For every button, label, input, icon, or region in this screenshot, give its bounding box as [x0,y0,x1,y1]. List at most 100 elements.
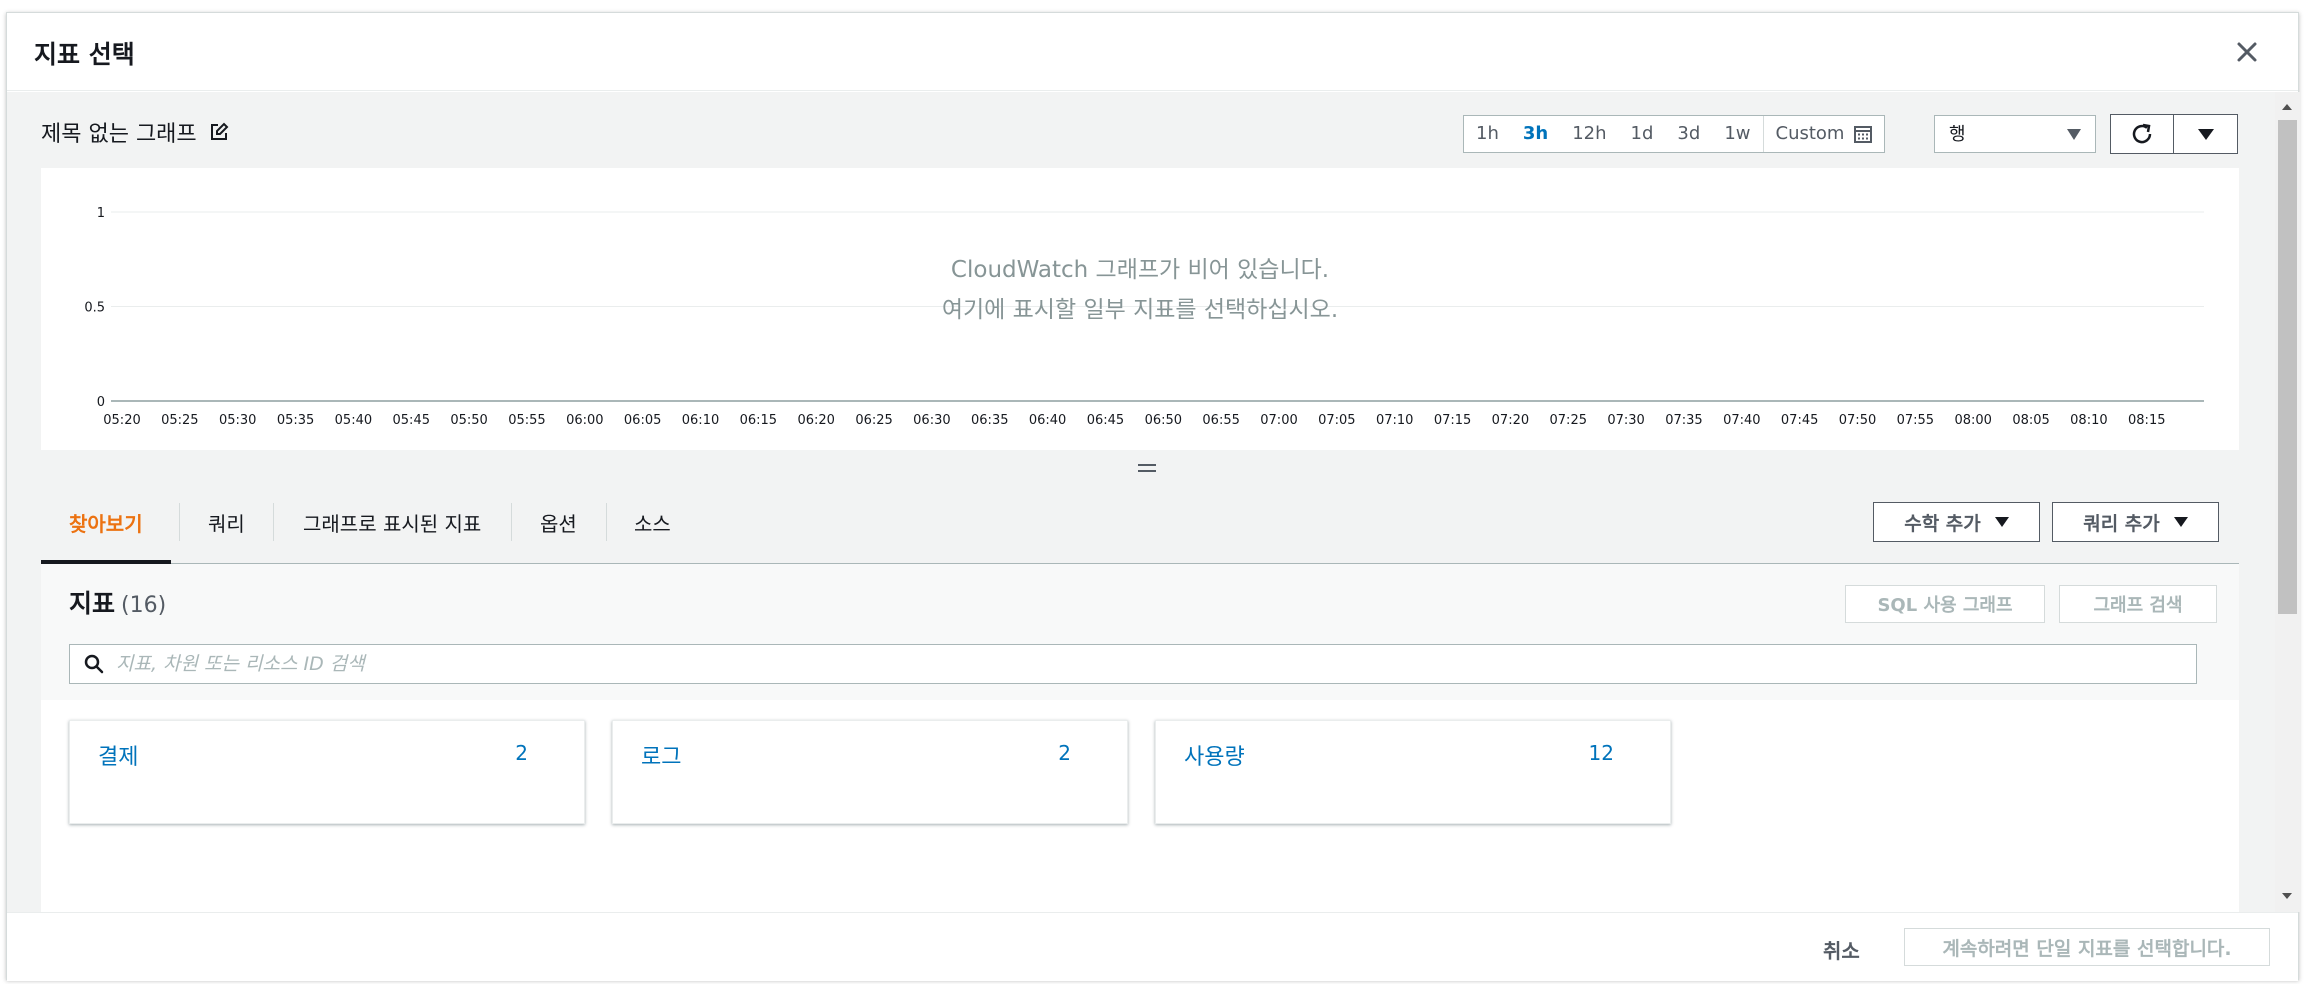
graph-title: 제목 없는 그래프 [41,116,229,148]
calendar-icon [1854,126,1873,143]
range-custom-label: Custom [1775,123,1845,144]
tab-source[interactable]: 소스 [634,508,671,537]
x-tick-label: 06:30 [913,413,950,428]
view-type-select[interactable]: 행 [1934,115,2096,153]
x-tick-label: 07:20 [1492,413,1529,428]
x-tick-label: 06:20 [797,413,834,428]
metric-search-input[interactable] [116,653,2116,675]
x-tick-label: 05:20 [103,413,140,428]
namespace-count: 2 [515,741,528,765]
sql-graph-button[interactable]: SQL 사용 그래프 [1845,585,2045,623]
range-1h[interactable]: 1h [1464,116,1511,152]
range-1d[interactable]: 1d [1619,116,1666,152]
tab-browse[interactable]: 찾아보기 [69,508,143,537]
x-tick-label: 06:40 [1029,413,1066,428]
namespace-cards: 결제 2 로그 2 사용량 12 [41,700,2239,912]
modal-header: 지표 선택 [7,13,2298,91]
cancel-button[interactable]: 취소 [1823,935,1860,964]
modal-scrollbar[interactable] [2275,92,2300,912]
x-tick-label: 07:35 [1665,413,1702,428]
namespace-card-logs[interactable]: 로그 2 [612,720,1128,824]
range-custom[interactable]: Custom [1762,116,1885,152]
namespace-card-billing[interactable]: 결제 2 [69,720,585,824]
close-button[interactable] [2230,35,2264,69]
refresh-button[interactable] [2110,114,2174,154]
x-tick-label: 07:50 [1839,413,1876,428]
namespace-name[interactable]: 결제 [98,739,138,771]
x-tick-label: 05:50 [450,413,487,428]
y-tick-label: 1 [97,206,105,221]
range-3d[interactable]: 3d [1665,116,1712,152]
namespace-name[interactable]: 로그 [641,739,681,771]
scroll-thumb[interactable] [2278,120,2297,614]
namespace-name[interactable]: 사용량 [1184,739,1245,771]
x-tick-label: 07:55 [1897,413,1934,428]
scroll-down-icon[interactable] [2282,893,2292,899]
x-tick-label: 07:25 [1550,413,1587,428]
tab-query[interactable]: 쿼리 [208,508,245,537]
edit-icon[interactable] [209,122,229,142]
graph-panel: 1 0.5 0 05:20 05:25 05:30 05:35 05:40 05:45 05:50… [41,168,2239,450]
x-tick-label: 07:30 [1607,413,1644,428]
x-tick-label: 08:05 [2012,413,2049,428]
caret-down-icon [2173,517,2188,527]
search-icon [84,654,104,674]
modal-title: 지표 선택 [34,40,135,69]
range-12h[interactable]: 12h [1560,116,1618,152]
x-tick-label: 07:05 [1318,413,1355,428]
x-tick-label: 06:50 [1145,413,1182,428]
x-tick-label: 07:40 [1723,413,1760,428]
graph-title-text: 제목 없는 그래프 [41,122,197,147]
metrics-title-text: 지표 [69,589,116,618]
x-tick-label: 06:10 [682,413,719,428]
metric-search-box [69,644,2197,684]
x-tick-label: 06:35 [971,413,1008,428]
x-tick-label: 08:10 [2070,413,2107,428]
range-3h[interactable]: 3h [1511,116,1560,152]
refresh-interval-dropdown[interactable] [2174,114,2238,154]
caret-down-icon [2067,129,2081,140]
x-tick-label: 06:25 [855,413,892,428]
tab-graphed-metrics[interactable]: 그래프로 표시된 지표 [303,508,481,537]
x-tick-label: 06:45 [1087,413,1124,428]
add-query-button[interactable]: 쿼리 추가 [2052,502,2219,542]
range-1w[interactable]: 1w [1712,116,1762,152]
x-tick-label: 06:00 [566,413,603,428]
close-icon [2237,42,2257,62]
x-tick-label: 07:00 [1260,413,1297,428]
x-tick-label: 08:15 [2128,413,2165,428]
x-tick-label: 05:25 [161,413,198,428]
namespace-card-usage[interactable]: 사용량 12 [1155,720,1671,824]
x-tick-label: 05:45 [393,413,430,428]
modal-body: 제목 없는 그래프 1h 3h 12h 1d 3d 1w Custom 행 1 … [7,92,2275,912]
x-tick-label: 05:35 [277,413,314,428]
namespace-count: 2 [1058,741,1071,765]
empty-graph-message: CloudWatch 그래프가 비어 있습니다. 여기에 표시할 일부 지표를 … [41,250,2239,330]
empty-message-line1: CloudWatch 그래프가 비어 있습니다. [950,257,1330,283]
tab-bar: 찾아보기 쿼리 그래프로 표시된 지표 옵션 소스 수학 추가 쿼리 추가 [41,480,2239,564]
graph-search-button[interactable]: 그래프 검색 [2059,585,2217,623]
scroll-up-icon[interactable] [2282,104,2292,110]
caret-down-icon [2197,128,2214,140]
x-tick-label: 07:15 [1434,413,1471,428]
x-tick-label: 06:05 [624,413,661,428]
add-math-label: 수학 추가 [1904,512,1981,535]
caret-down-icon [1994,517,2009,527]
x-tick-label: 06:55 [1202,413,1239,428]
refresh-group [2110,114,2238,154]
add-math-button[interactable]: 수학 추가 [1873,502,2040,542]
metrics-title: 지표 (16) [69,584,166,620]
tab-options[interactable]: 옵션 [540,508,577,537]
x-tick-label: 07:45 [1781,413,1818,428]
x-tick-label: 05:30 [219,413,256,428]
resize-handle[interactable] [1138,464,1156,476]
x-tick-label: 06:15 [740,413,777,428]
x-tick-label: 05:55 [508,413,545,428]
add-query-label: 쿼리 추가 [2083,512,2160,535]
x-tick-label: 08:00 [1954,413,1991,428]
namespace-count: 12 [1588,741,1614,765]
metric-select-modal: 지표 선택 제목 없는 그래프 1h 3h 12h 1d 3d 1w Custo… [6,12,2300,981]
metrics-section-header: 지표 (16) SQL 사용 그래프 그래프 검색 [41,564,2239,700]
y-tick-label: 0 [97,395,105,410]
confirm-button[interactable]: 계속하려면 단일 지표를 선택합니다. [1904,928,2270,966]
